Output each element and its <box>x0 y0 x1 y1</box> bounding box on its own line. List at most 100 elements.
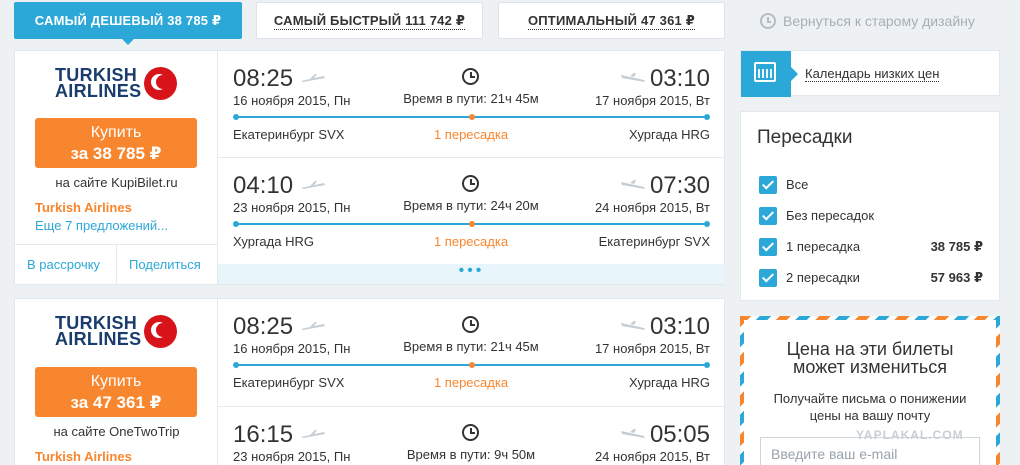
route-line <box>233 114 710 120</box>
ticket-card: TURKISH AIRLINES Купить за 47 361 ₽ на са… <box>14 298 725 465</box>
buy-button[interactable]: Купить за 47 361 ₽ <box>35 367 197 417</box>
buy-button[interactable]: Купить за 38 785 ₽ <box>35 118 197 168</box>
departure-time: 08:25 <box>233 313 294 340</box>
price-alert-subscribe: Цена на эти билеты может измениться Получ… <box>740 316 1000 465</box>
price-alert-text: Получайте письма о понижении цены на вашу… <box>773 391 967 423</box>
installment-link[interactable]: В рассрочку <box>27 257 100 272</box>
filter-title: Пересадки <box>757 127 853 148</box>
departure-date: 23 ноября 2015, Пн <box>233 200 351 215</box>
tab-cheapest[interactable]: САМЫЙ ДЕШЕВЫЙ 38 785 ₽ <box>14 2 242 45</box>
arrival-date: 24 ноября 2015, Вт <box>594 449 710 464</box>
airline-logo-text: TURKISH AIRLINES <box>55 65 142 101</box>
price-alert-title: Цена на эти билеты может измениться <box>786 339 954 377</box>
filter-price: 38 785 ₽ <box>930 239 983 254</box>
ticket-offer-panel: TURKISH AIRLINES Купить за 47 361 ₽ на са… <box>15 299 218 465</box>
flight-duration: Время в пути: 24ч 20м <box>403 198 539 213</box>
airline-name: Turkish Airlines <box>35 200 132 215</box>
stop-point <box>469 114 475 120</box>
filter-price: 57 963 ₽ <box>930 270 983 285</box>
ticket-footer: В рассрочку Поделиться <box>15 244 218 285</box>
arrival-time: 03:10 <box>649 65 710 92</box>
plane-takeoff-icon <box>300 73 326 83</box>
filter-row-two-stops[interactable]: 2 пересадки 57 963 ₽ <box>759 269 983 289</box>
arrival-city: Екатеринбург SVX <box>598 234 710 249</box>
plane-landing-icon <box>620 180 646 190</box>
stops-filter-panel: Пересадки Все Без пересадок 1 пересадка … <box>740 111 1000 301</box>
plane-landing-icon <box>620 429 646 439</box>
departure-time: 04:10 <box>233 172 294 199</box>
departure-city: Хургада HRG <box>233 234 314 249</box>
plane-takeoff-icon <box>300 180 326 190</box>
share-link[interactable]: Поделиться <box>129 257 201 272</box>
departure-time: 08:25 <box>233 65 294 92</box>
airline-logo: TURKISH AIRLINES <box>55 314 185 351</box>
flight-duration: Время в пути: 9ч 50м <box>406 447 536 462</box>
departure-city: Екатеринбург SVX <box>233 127 345 142</box>
stops-count: 1 пересадка <box>433 127 509 142</box>
flight-segment-return: 04:10 23 ноября 2015, Пн Время в пути: 2… <box>218 157 725 264</box>
watermark: YAPLAKAL.COM <box>856 428 964 442</box>
ticket-offer-panel: TURKISH AIRLINES Купить за 38 785 ₽ на са… <box>15 51 218 285</box>
route-line <box>233 221 710 227</box>
arrival-date: 17 ноября 2015, Вт <box>594 93 710 108</box>
plane-landing-icon <box>620 73 646 83</box>
turkish-airlines-emblem-icon <box>144 67 177 100</box>
buy-label: Купить <box>90 373 142 390</box>
departure-time: 16:15 <box>233 421 294 448</box>
filter-label: Без пересадок <box>786 208 875 223</box>
checkbox-checked-icon[interactable] <box>759 207 777 225</box>
flight-segment-outbound: 08:25 16 ноября 2015, Пн Время в пути: 2… <box>218 299 725 406</box>
checkbox-checked-icon[interactable] <box>759 269 777 287</box>
low-price-calendar-link[interactable]: Календарь низких цен <box>740 50 1000 97</box>
filter-row-nonstop[interactable]: Без пересадок <box>759 207 983 227</box>
buy-label: Купить <box>90 124 142 141</box>
checkbox-checked-icon[interactable] <box>759 238 777 256</box>
back-to-old-design-link[interactable]: Вернуться к старому дизайну <box>760 13 975 29</box>
calendar-icon <box>754 62 776 82</box>
divider <box>116 245 117 285</box>
stops-count: 1 пересадка <box>433 234 509 249</box>
flight-segment-return: 16:15 23 ноября 2015, Пн Время в пути: 9… <box>218 406 725 465</box>
filter-label: Все <box>786 177 809 192</box>
flight-segment-outbound: 08:25 16 ноября 2015, Пн Время в пути: 2… <box>218 51 725 157</box>
expand-details-button[interactable]: ••• <box>218 263 725 284</box>
filter-row-all[interactable]: Все <box>759 176 983 196</box>
plane-takeoff-icon <box>300 321 326 331</box>
duration-clock-icon <box>462 316 479 333</box>
arrival-time: 07:30 <box>649 172 710 199</box>
buy-price: за 47 361 ₽ <box>70 393 162 412</box>
price-alert-envelope: Цена на эти билеты может измениться Получ… <box>744 320 996 465</box>
filter-row-one-stop[interactable]: 1 пересадка 38 785 ₽ <box>759 238 983 258</box>
back-link-label: Вернуться к старому дизайну <box>783 13 975 29</box>
seller-site: на сайте OneTwoTrip <box>53 424 180 439</box>
ticket-card: TURKISH AIRLINES Купить за 38 785 ₽ на са… <box>14 50 725 285</box>
departure-date: 16 ноября 2015, Пн <box>233 341 351 356</box>
stops-count: 1 пересадка <box>433 375 509 390</box>
airline-logo: TURKISH AIRLINES <box>55 65 185 103</box>
flight-duration: Время в пути: 21ч 45м <box>403 339 539 354</box>
plane-landing-icon <box>620 321 646 331</box>
turkish-airlines-emblem-icon <box>144 315 177 348</box>
departure-date: 23 ноября 2015, Пн <box>233 449 351 464</box>
calendar-icon-box <box>741 51 798 97</box>
departure-date: 16 ноября 2015, Пн <box>233 93 351 108</box>
arrival-city: Хургада HRG <box>629 127 710 142</box>
flight-duration: Время в пути: 21ч 45м <box>403 91 539 106</box>
checkbox-checked-icon[interactable] <box>759 176 777 194</box>
airline-name: Turkish Airlines <box>35 449 132 464</box>
buy-price: за 38 785 ₽ <box>70 144 162 163</box>
arrival-time: 03:10 <box>649 313 710 340</box>
plane-takeoff-icon <box>300 429 326 439</box>
arrival-time: 05:05 <box>649 421 710 448</box>
duration-clock-icon <box>462 424 479 441</box>
tab-label: САМЫЙ ДЕШЕВЫЙ 38 785 ₽ <box>34 13 222 28</box>
history-clock-icon <box>760 13 776 29</box>
departure-city: Екатеринбург SVX <box>233 375 345 390</box>
stop-point <box>469 221 475 227</box>
arrival-date: 24 ноября 2015, Вт <box>594 200 710 215</box>
tab-fastest[interactable]: САМЫЙ БЫСТРЫЙ 111 742 ₽ <box>256 2 483 39</box>
more-offers-link[interactable]: Еще 7 предложений... <box>35 218 168 233</box>
tab-optimal[interactable]: ОПТИМАЛЬНЫЙ 47 361 ₽ <box>498 2 725 39</box>
filter-label: 1 пересадка <box>786 239 861 254</box>
stop-point <box>469 362 475 368</box>
